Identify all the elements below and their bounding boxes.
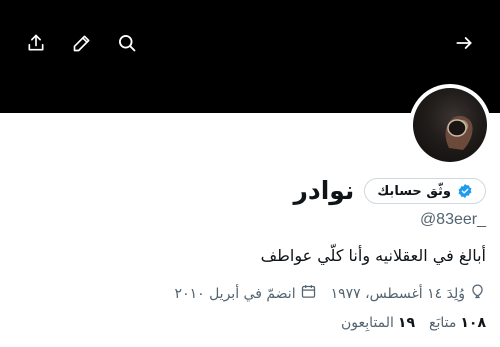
followers-count: ١٩ [397, 315, 416, 331]
username-handle: @83eer_ [419, 211, 486, 228]
following-count: ١٠٨ [460, 315, 486, 331]
avatar-image [413, 88, 487, 162]
profile-meta: وُلِدَ ١٤ أغسطس، ١٩٧٧ انضمّ في أبريل ٢٠١… [175, 283, 486, 304]
pencil-icon[interactable] [70, 31, 94, 55]
verify-button-label: وثّق حسابك [377, 183, 451, 199]
balloon-icon [469, 283, 486, 304]
calendar-icon [300, 283, 317, 304]
birth-text: وُلِدَ ١٤ أغسطس، ١٩٧٧ [330, 285, 465, 302]
name-row: نوادر وثّق حسابك [293, 174, 486, 208]
following-link[interactable]: ١٠٨ متابَع [429, 315, 486, 331]
search-icon[interactable] [115, 31, 139, 55]
arrow-right-icon[interactable] [452, 31, 476, 55]
followers-link[interactable]: ١٩ المتابِعون [341, 315, 415, 331]
share-icon[interactable] [24, 31, 48, 55]
following-label: متابَع [429, 315, 457, 331]
verify-account-button[interactable]: وثّق حسابك [364, 178, 486, 204]
display-name: نوادر [293, 176, 355, 205]
verified-badge-icon [457, 183, 473, 199]
follow-stats: ١٠٨ متابَع ١٩ المتابِعون [341, 315, 486, 331]
followers-label: المتابِعون [341, 315, 394, 331]
profile-bio: أبالغ في العقلانيه وأنا كلّي عواطف [260, 246, 486, 265]
birth-date: وُلِدَ ١٤ أغسطس، ١٩٧٧ [331, 283, 486, 304]
join-text: انضمّ في أبريل ٢٠١٠ [174, 285, 296, 302]
join-date: انضمّ في أبريل ٢٠١٠ [175, 283, 317, 304]
avatar[interactable] [409, 84, 491, 166]
